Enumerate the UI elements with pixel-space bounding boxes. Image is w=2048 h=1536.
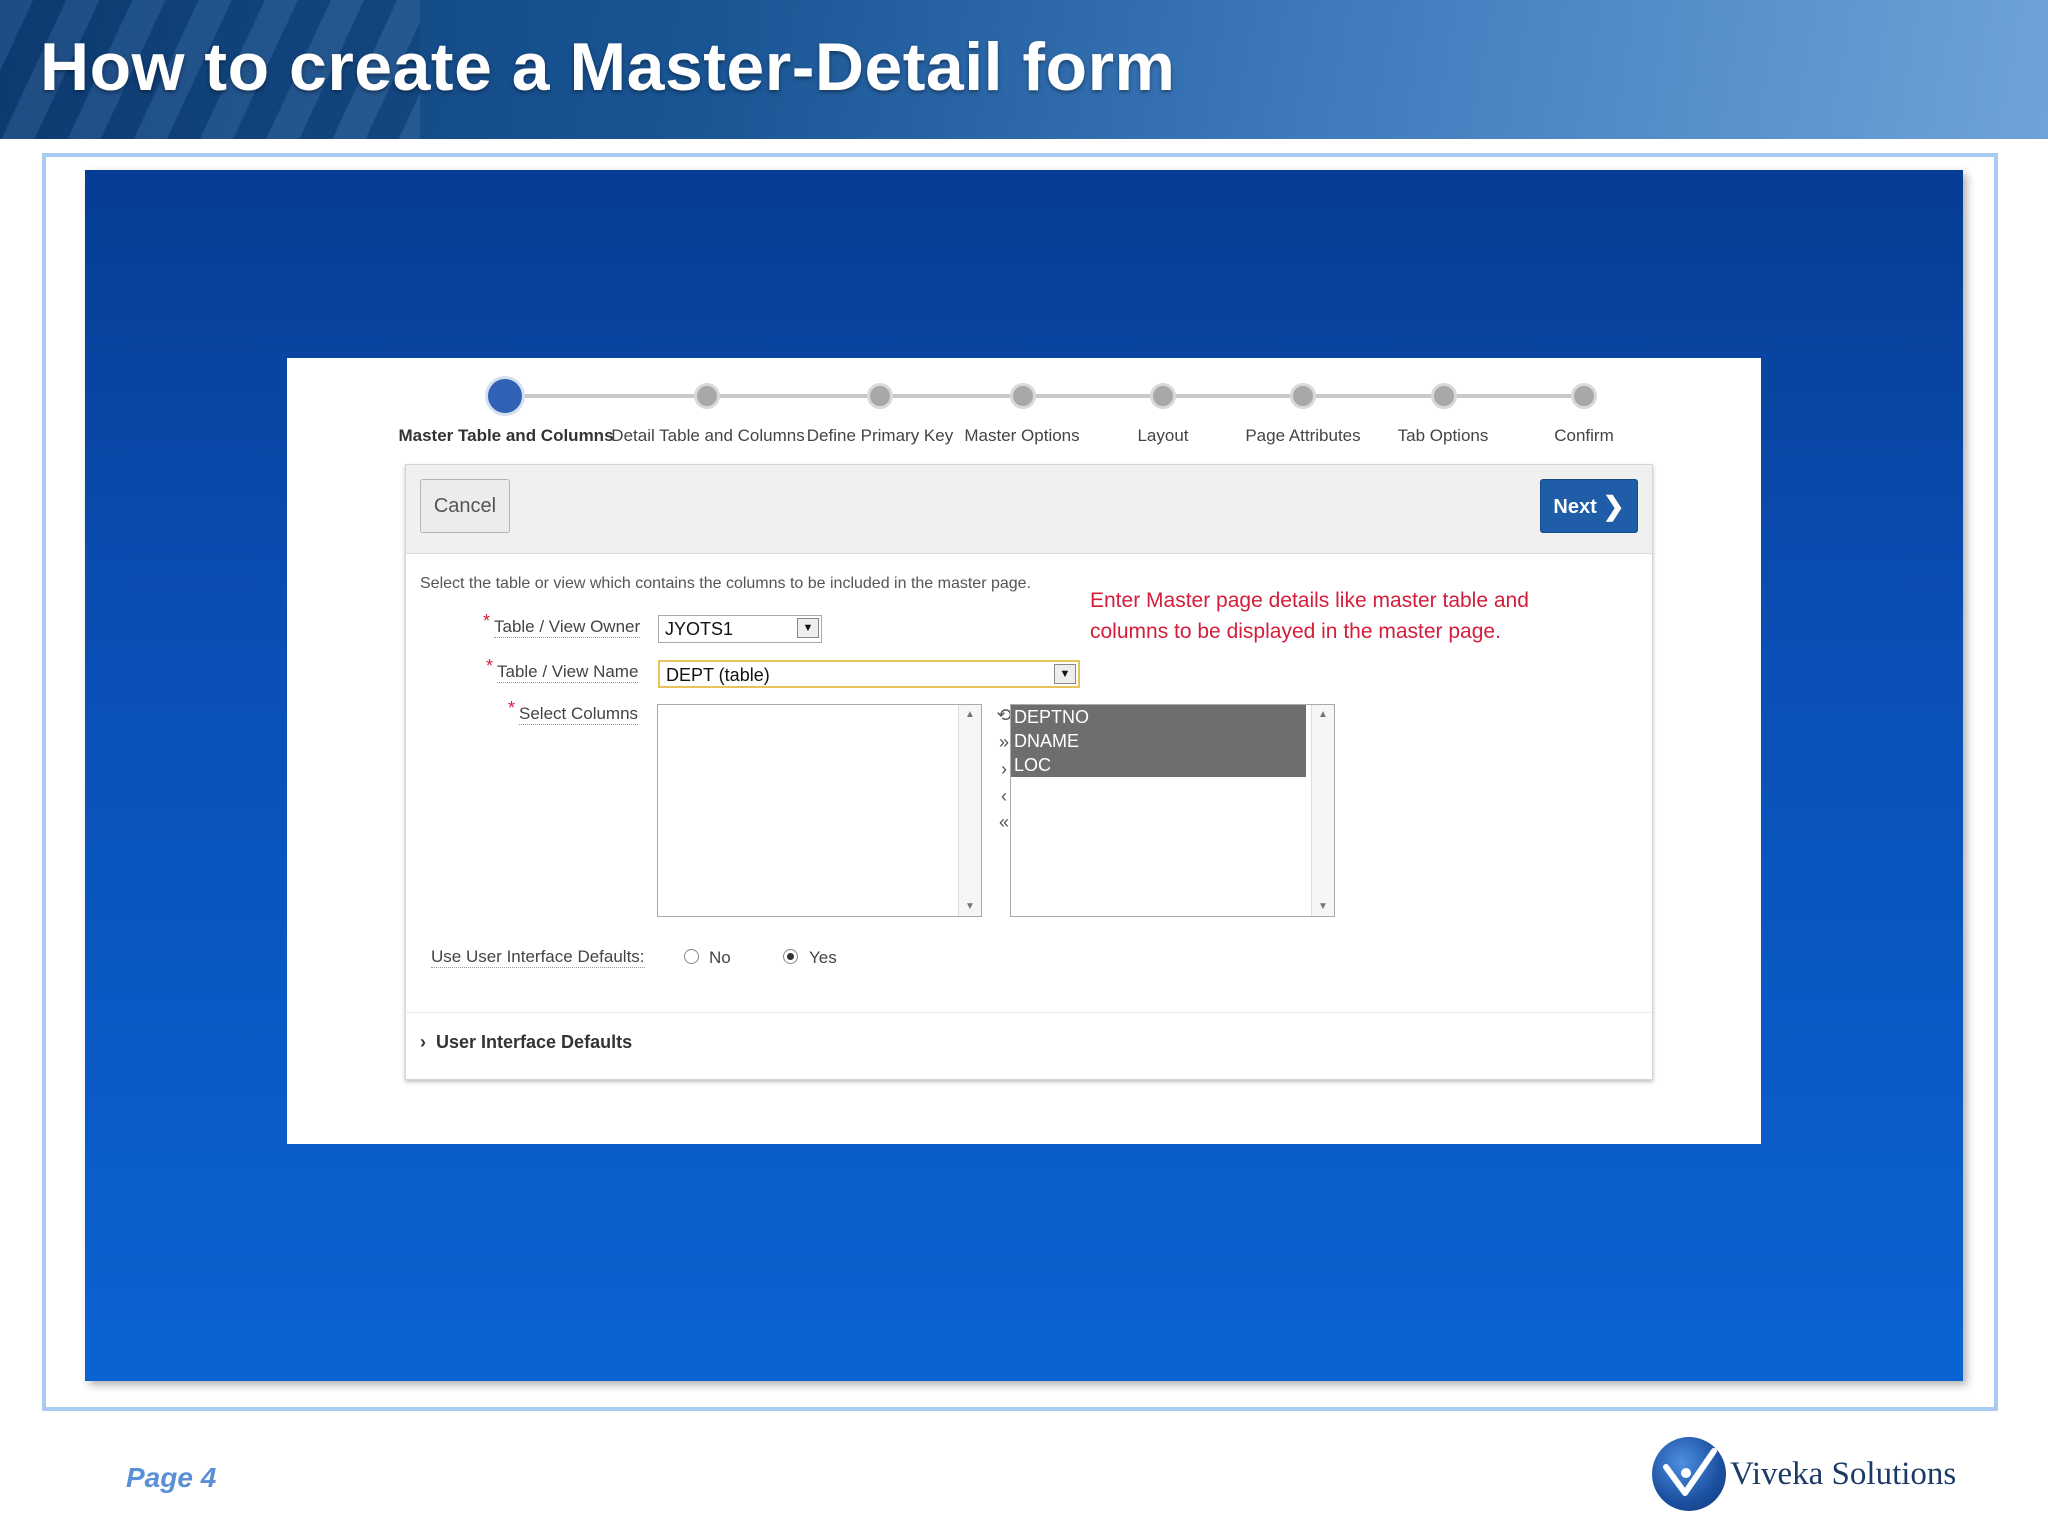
- step-label-confirm[interactable]: Confirm: [1554, 426, 1614, 446]
- table-name-value: DEPT (table): [666, 665, 770, 685]
- step-dot-master-table[interactable]: [485, 376, 525, 416]
- ui-defaults-yes-radio[interactable]: [783, 949, 798, 964]
- form-panel: Cancel Next ❯ Select the table or view wh…: [405, 464, 1653, 1080]
- selected-columns-options: DEPTNO DNAME LOC: [1011, 705, 1306, 777]
- dropdown-arrow-icon[interactable]: ▼: [797, 618, 819, 638]
- available-columns-list[interactable]: ▲ ▼: [657, 704, 982, 917]
- owner-value: JYOTS1: [665, 619, 734, 639]
- required-marker: *: [508, 698, 516, 718]
- step-dot-primary-key[interactable]: [867, 383, 893, 409]
- cancel-button[interactable]: Cancel: [420, 479, 510, 533]
- selected-columns-list[interactable]: DEPTNO DNAME LOC ▲ ▼: [1010, 704, 1335, 917]
- ui-defaults-section-toggle[interactable]: › User Interface Defaults: [420, 1032, 632, 1053]
- owner-label: * Table / View Owner: [483, 611, 641, 638]
- ui-defaults-label: Use User Interface Defaults:: [431, 947, 645, 968]
- chevron-right-icon: ›: [420, 1032, 426, 1052]
- step-label-detail-table[interactable]: Detail Table and Columns: [611, 426, 804, 446]
- page-number: Page 4: [126, 1462, 217, 1493]
- step-dot-layout[interactable]: [1150, 383, 1176, 409]
- select-columns-label: * Select Columns: [508, 698, 639, 725]
- step-label-primary-key[interactable]: Define Primary Key: [807, 426, 953, 446]
- column-option[interactable]: DNAME: [1011, 729, 1306, 753]
- slide-title: How to create a Master-Detail form: [40, 29, 1176, 105]
- wizard-screenshot: Master Table and Columns Detail Table an…: [287, 358, 1761, 1144]
- step-dot-confirm[interactable]: [1571, 383, 1597, 409]
- table-name-select[interactable]: DEPT (table) ▼: [658, 660, 1080, 688]
- viveka-logo-icon: [1652, 1437, 1726, 1511]
- button-bar: Cancel Next ❯: [406, 465, 1652, 554]
- step-label-master-table[interactable]: Master Table and Columns: [398, 426, 613, 446]
- chevron-right-icon: ❯: [1602, 490, 1625, 521]
- step-label-page-attributes[interactable]: Page Attributes: [1245, 426, 1360, 446]
- step-dot-tab-options[interactable]: [1431, 383, 1457, 409]
- scroll-up-icon[interactable]: ▲: [1312, 709, 1334, 720]
- slide-header: How to create a Master-Detail form: [0, 0, 2048, 139]
- step-label-tab-options[interactable]: Tab Options: [1398, 426, 1489, 446]
- step-label-layout[interactable]: Layout: [1137, 426, 1188, 446]
- scroll-up-icon[interactable]: ▲: [959, 709, 981, 720]
- next-button[interactable]: Next ❯: [1540, 479, 1638, 533]
- scrollbar[interactable]: ▲ ▼: [1311, 705, 1334, 916]
- scrollbar[interactable]: ▲ ▼: [958, 705, 981, 916]
- required-marker: *: [486, 656, 494, 676]
- step-label-master-options[interactable]: Master Options: [964, 426, 1079, 446]
- table-name-label: * Table / View Name: [486, 656, 639, 683]
- dropdown-arrow-icon[interactable]: ▼: [1054, 664, 1076, 684]
- scroll-down-icon[interactable]: ▼: [959, 901, 981, 912]
- ui-defaults-no-radio[interactable]: [684, 949, 699, 964]
- brand-name: Viveka Solutions: [1730, 1456, 1957, 1492]
- ui-defaults-no-label[interactable]: No: [709, 948, 731, 968]
- annotation-note: Enter Master page details like master ta…: [1090, 589, 1529, 643]
- owner-select[interactable]: JYOTS1 ▼: [658, 615, 822, 643]
- wizard-track: [505, 394, 1585, 398]
- next-label: Next: [1553, 495, 1597, 518]
- step-dot-page-attributes[interactable]: [1290, 383, 1316, 409]
- scroll-down-icon[interactable]: ▼: [1312, 901, 1334, 912]
- column-option[interactable]: DEPTNO: [1011, 705, 1306, 729]
- divider: [406, 1012, 1652, 1013]
- required-marker: *: [483, 611, 491, 631]
- step-dot-master-options[interactable]: [1010, 383, 1036, 409]
- column-option[interactable]: LOC: [1011, 753, 1306, 777]
- ui-defaults-yes-label[interactable]: Yes: [809, 948, 837, 968]
- instruction-text: Select the table or view which contains …: [420, 575, 1032, 592]
- step-dot-detail-table[interactable]: [694, 383, 720, 409]
